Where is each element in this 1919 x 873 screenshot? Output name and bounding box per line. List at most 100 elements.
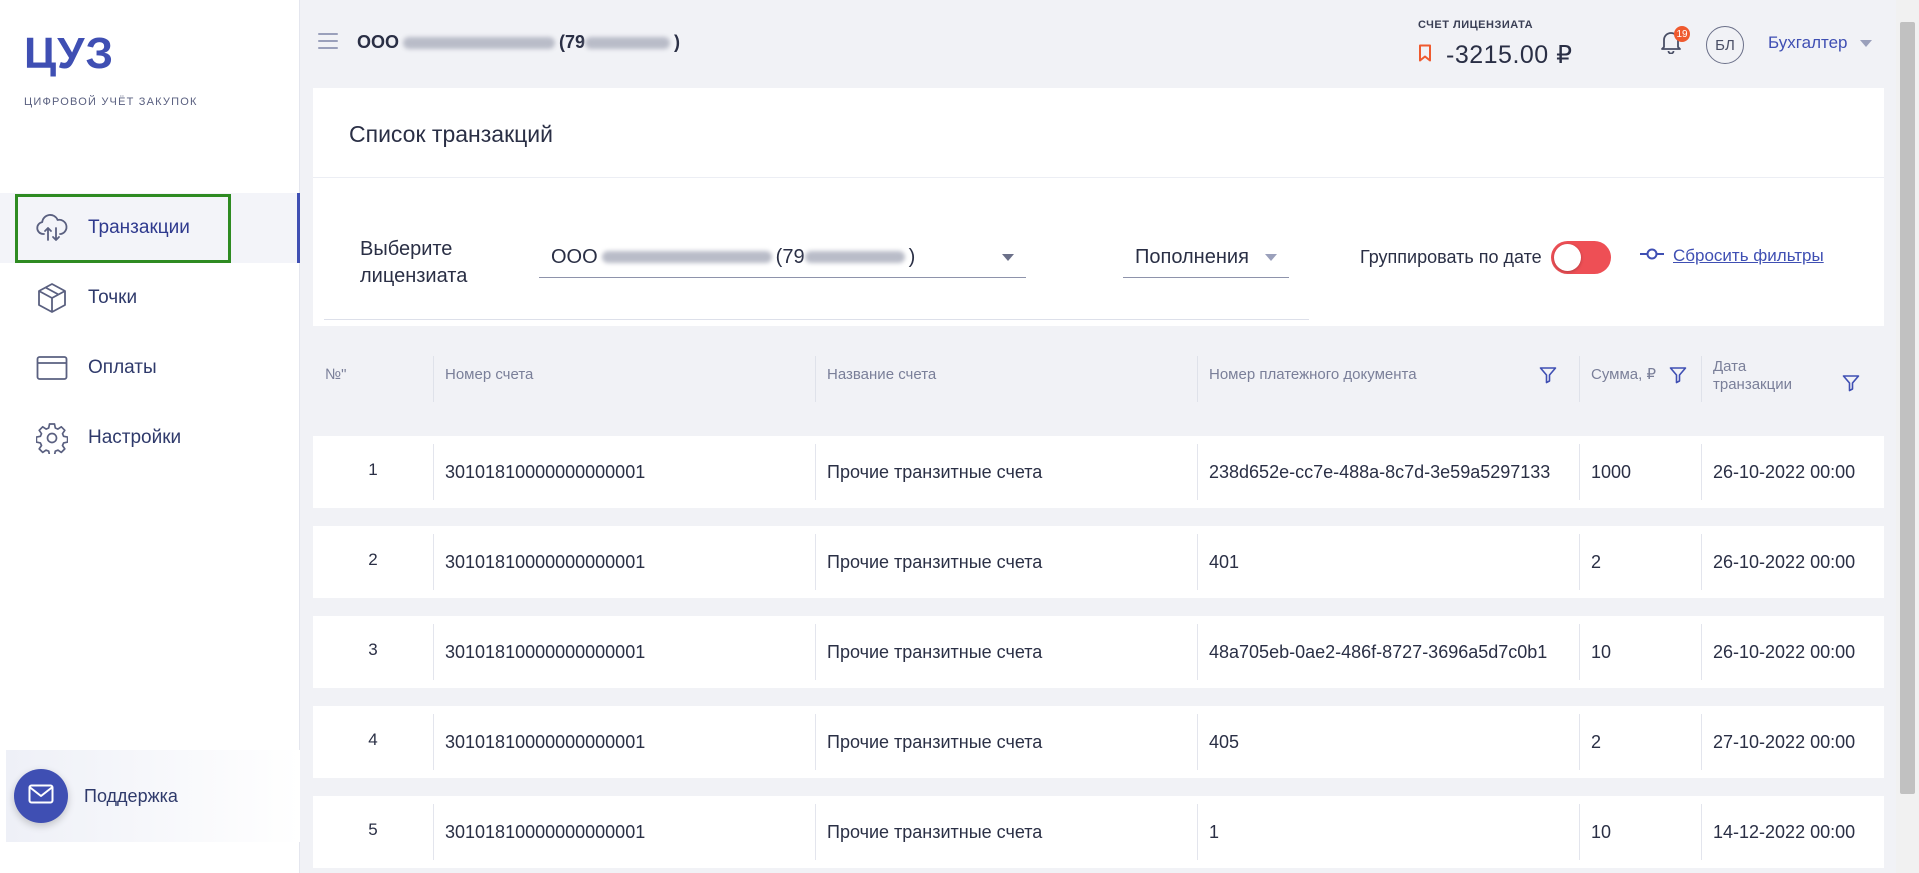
licensee-label-line2: лицензиата: [360, 265, 468, 287]
group-by-date-toggle[interactable]: [1551, 241, 1611, 274]
cell-sum: 10: [1579, 616, 1701, 688]
cell-date: 27-10-2022 00:00: [1701, 706, 1884, 778]
cell-sum: 2: [1579, 526, 1701, 598]
licensee-name-redacted: [601, 251, 772, 263]
table-row[interactable]: 1 30101810000000000001 Прочие транзитные…: [313, 436, 1884, 508]
sidebar-item-points[interactable]: Точки: [0, 263, 300, 333]
logo-subtitle: ЦИФРОВОЙ УЧЁТ ЗАКУПОК: [24, 96, 198, 108]
filter-icon[interactable]: [1539, 366, 1557, 389]
gear-icon: [36, 422, 68, 454]
filters-panel: Выберите лицензиата ООО (79 ) Пополнения…: [313, 178, 1884, 326]
cell-number: 4: [368, 730, 378, 749]
sidebar: ЦУЗ ЦИФРОВОЙ УЧЁТ ЗАКУПОК Транзакции Точ…: [0, 0, 300, 873]
column-label: Название счета: [827, 366, 937, 383]
column-label: Номер счета: [445, 366, 534, 383]
cell-account-name: Прочие транзитные счета: [815, 706, 1197, 778]
avatar[interactable]: БЛ: [1706, 26, 1744, 64]
cell-date: 26-10-2022 00:00: [1701, 616, 1884, 688]
transaction-type-select[interactable]: Пополнения: [1123, 237, 1289, 278]
transaction-type-value: Пополнения: [1135, 245, 1249, 268]
column-label: №": [325, 366, 347, 383]
cell-payment-doc: 48a705eb-0ae2-486f-8727-3696a5d7c0b1: [1197, 616, 1579, 688]
cell-number: 2: [368, 550, 378, 569]
sidebar-item-label: Оплаты: [88, 357, 157, 378]
sidebar-item-settings[interactable]: Настройки: [0, 403, 300, 473]
cell-number: 3: [368, 640, 378, 659]
reset-filters-label: Сбросить фильтры: [1673, 246, 1824, 265]
org-inn-prefix: (79: [559, 32, 586, 52]
filter-icon[interactable]: [1842, 374, 1860, 397]
mail-icon: [28, 784, 54, 809]
cell-number: 1: [368, 460, 378, 479]
cell-account-name: Прочие транзитные счета: [815, 526, 1197, 598]
org-inn-redacted: [585, 36, 671, 49]
bookmark-icon: [1418, 44, 1432, 67]
column-label: Сумма, ₽: [1591, 366, 1657, 383]
column-header-account-name: Название счета: [815, 338, 1197, 418]
cell-account: 30101810000000000001: [433, 616, 815, 688]
cell-number: 5: [368, 820, 378, 839]
sidebar-item-label: Настройки: [88, 427, 182, 448]
cell-account-name: Прочие транзитные счета: [815, 616, 1197, 688]
cell-account-name: Прочие транзитные счета: [815, 436, 1197, 508]
column-header-payment-doc: Номер платежного документа: [1197, 338, 1579, 418]
table-header: №" Номер счета Название счета Номер плат…: [313, 338, 1884, 418]
sidebar-item-transactions[interactable]: Транзакции: [0, 193, 300, 263]
sidebar-item-payments[interactable]: Оплаты: [0, 333, 300, 403]
table-row[interactable]: 3 30101810000000000001 Прочие транзитные…: [313, 616, 1884, 688]
org-name-redacted: [403, 36, 556, 49]
table-row[interactable]: 5 30101810000000000001 Прочие транзитные…: [313, 796, 1884, 868]
sidebar-item-label: Точки: [88, 287, 138, 308]
reset-filter-icon: [1639, 247, 1665, 265]
account-balance: -3215.00 ₽: [1418, 40, 1573, 70]
bell-icon: [1660, 32, 1682, 58]
account-label: СЧЕТ ЛИЦЕНЗИАТА: [1418, 19, 1534, 31]
cell-account: 30101810000000000001: [433, 796, 815, 868]
licensee-inn-suffix: ): [908, 245, 916, 268]
notifications-badge: 19: [1674, 26, 1690, 42]
cell-date: 14-12-2022 00:00: [1701, 796, 1884, 868]
cell-account: 30101810000000000001: [433, 706, 815, 778]
cell-payment-doc: 238d652e-cc7e-488a-8c7d-3e59a5297133: [1197, 436, 1579, 508]
transactions-table: №" Номер счета Название счета Номер плат…: [313, 338, 1884, 868]
page-scrollbar[interactable]: [1896, 0, 1919, 873]
reset-filters-link[interactable]: Сбросить фильтры: [1639, 246, 1824, 266]
cell-date: 26-10-2022 00:00: [1701, 526, 1884, 598]
licensee-label-line1: Выберите: [360, 238, 453, 260]
logo[interactable]: ЦУЗ ЦИФРОВОЙ УЧЁТ ЗАКУПОК: [24, 29, 198, 109]
cell-sum: 2: [1579, 706, 1701, 778]
card-icon: [36, 352, 68, 384]
org-prefix: ООО: [357, 32, 400, 52]
role-dropdown[interactable]: Бухгалтер: [1768, 33, 1872, 53]
column-label: Дата транзакции: [1713, 358, 1792, 393]
licensee-inn-prefix: (79: [775, 245, 805, 268]
org-inn-suffix: ): [674, 32, 681, 52]
hamburger-menu-icon[interactable]: [318, 32, 338, 55]
logo-title: ЦУЗ: [24, 29, 115, 78]
cell-account: 30101810000000000001: [433, 526, 815, 598]
cell-account: 30101810000000000001: [433, 436, 815, 508]
filter-icon[interactable]: [1669, 366, 1687, 389]
support-button[interactable]: [14, 769, 68, 823]
cloud-transfer-icon: [36, 212, 68, 244]
organization-name: ООО (79 ): [357, 32, 680, 53]
scrollbar-thumb[interactable]: [1900, 22, 1915, 794]
table-row[interactable]: 2 30101810000000000001 Прочие транзитные…: [313, 526, 1884, 598]
role-label: Бухгалтер: [1768, 33, 1848, 52]
title-card: Список транзакций: [313, 88, 1884, 178]
chevron-down-icon: [1002, 254, 1014, 261]
table-row[interactable]: 4 30101810000000000001 Прочие транзитные…: [313, 706, 1884, 778]
licensee-prefix: ООО: [551, 245, 598, 268]
chevron-down-icon: [1265, 254, 1277, 261]
licensee-label: Выберите лицензиата: [360, 236, 467, 290]
cell-date: 26-10-2022 00:00: [1701, 436, 1884, 508]
licensee-select[interactable]: ООО (79 ): [539, 237, 1026, 278]
cube-icon: [36, 282, 68, 314]
notifications-button[interactable]: 19: [1660, 26, 1690, 60]
support-label[interactable]: Поддержка: [84, 786, 178, 807]
column-header-number: №": [313, 338, 433, 418]
cell-sum: 1000: [1579, 436, 1701, 508]
licensee-inn-redacted: [804, 251, 905, 263]
cell-payment-doc: 405: [1197, 706, 1579, 778]
column-header-date: Дата транзакции: [1701, 338, 1867, 418]
